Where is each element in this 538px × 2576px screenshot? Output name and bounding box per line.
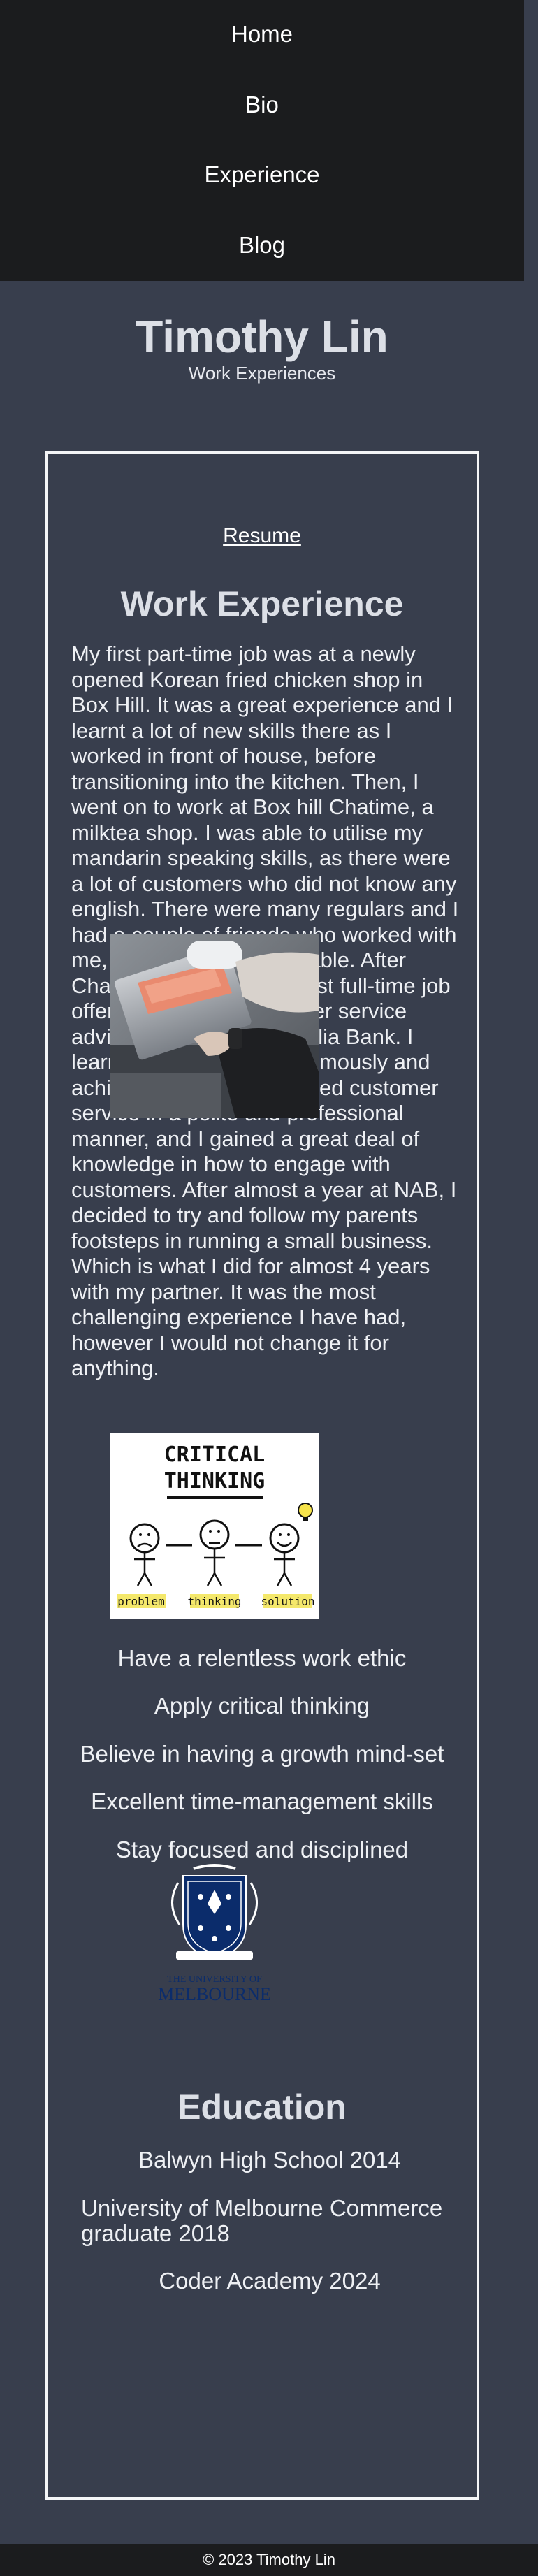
footer-copyright: © 2023 Timothy Lin bbox=[203, 2551, 335, 2568]
nav-blog-link[interactable]: Blog bbox=[0, 231, 524, 259]
skill-item: Stay focused and disciplined bbox=[115, 1837, 409, 1862]
nav-bio-link[interactable]: Bio bbox=[0, 91, 524, 119]
skill-item: Excellent time-management skills bbox=[91, 1788, 433, 1814]
footer: © 2023 Timothy Lin bbox=[0, 2544, 538, 2576]
skill-item: Believe in having a growth mind-set bbox=[80, 1741, 444, 1767]
critical-thinking-image: CRITICAL THINKING problem thinking solut… bbox=[110, 1433, 319, 1619]
ct-title-line1: CRITICAL bbox=[164, 1442, 266, 1467]
kitchen-photo bbox=[110, 934, 319, 1118]
education-item: Balwyn High School 2014 bbox=[138, 2147, 402, 2173]
page-title: Timothy Lin bbox=[136, 312, 388, 362]
skill-item: Have a relentless work ethic bbox=[117, 1645, 407, 1671]
work-experience-heading: Work Experience bbox=[120, 584, 404, 623]
education-item: University of Melbourne Commerce graduat… bbox=[81, 2195, 443, 2246]
education-heading: Education bbox=[177, 2087, 347, 2127]
ct-title-line2: THINKING bbox=[164, 1469, 266, 1493]
uni-logo-line2: MELBOURNE bbox=[158, 1984, 271, 2004]
nav-home-link[interactable]: Home bbox=[0, 20, 524, 48]
resume-link[interactable]: Resume bbox=[48, 523, 477, 549]
page-subtitle: Work Experiences bbox=[188, 363, 336, 384]
university-logo: THE UNIVERSITY OF MELBOURNE bbox=[145, 1862, 284, 2006]
skill-item: Apply critical thinking bbox=[154, 1693, 370, 1718]
ct-label-problem: problem bbox=[117, 1595, 164, 1608]
education-item: Coder Academy 2024 bbox=[159, 2268, 381, 2294]
top-nav: Home Bio Experience Blog bbox=[0, 0, 524, 281]
ct-label-thinking: thinking bbox=[187, 1595, 241, 1608]
nav-experience-link[interactable]: Experience bbox=[0, 161, 524, 189]
ct-label-solution: solution bbox=[261, 1595, 314, 1608]
uni-logo-line1: THE UNIVERSITY OF bbox=[167, 1974, 262, 1985]
